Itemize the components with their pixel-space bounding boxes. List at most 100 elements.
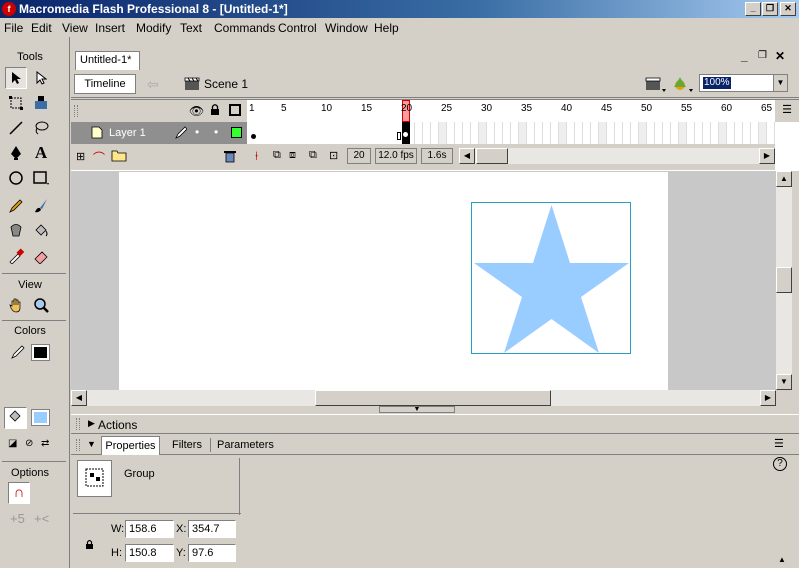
frame-cell[interactable] — [471, 122, 479, 144]
minimize-button[interactable]: _ — [745, 2, 761, 16]
menu-window[interactable]: Window — [325, 21, 368, 35]
expand-arrow-icon[interactable]: ▶ — [88, 418, 95, 429]
free-transform-tool-icon[interactable] — [5, 92, 27, 114]
color-swap-buttons[interactable]: ◪ ⊘ ⇄ — [8, 438, 62, 452]
center-frame-icon[interactable]: ⍿ — [255, 149, 258, 164]
scroll-up-icon[interactable]: ▲ — [776, 171, 792, 187]
keyframe-dot[interactable] — [251, 134, 256, 139]
frame-cell[interactable] — [655, 122, 663, 144]
actions-panel-header[interactable]: ▶ Actions — [71, 414, 799, 434]
layer-name[interactable]: Layer 1 — [109, 127, 146, 139]
add-motion-guide-icon[interactable]: ⌒ — [93, 149, 105, 166]
menu-modify[interactable]: Modify — [136, 21, 171, 35]
brush-tool-icon[interactable] — [30, 195, 52, 217]
vscroll-thumb[interactable] — [776, 267, 792, 293]
frame-cell[interactable] — [679, 122, 687, 144]
zoom-select[interactable]: 100% ▼ — [699, 74, 788, 92]
frame-cell[interactable] — [583, 122, 591, 144]
frame-cell[interactable] — [711, 122, 719, 144]
trash-icon[interactable] — [224, 150, 236, 166]
rectangle-tool-icon[interactable] — [30, 167, 52, 189]
hand-tool-icon[interactable] — [5, 294, 27, 316]
help-icon[interactable]: ? — [773, 457, 787, 471]
frame-cell[interactable] — [503, 122, 511, 144]
close-button[interactable]: ✕ — [780, 2, 796, 16]
outline-color-swatch[interactable] — [231, 127, 242, 138]
doc-restore-button[interactable]: ❐ — [758, 50, 767, 61]
panel-menu-icon[interactable]: ☰ — [774, 437, 784, 450]
frame-cell[interactable] — [751, 122, 759, 144]
scroll-thumb[interactable] — [476, 148, 508, 164]
y-field[interactable]: 97.6 — [188, 544, 236, 562]
edit-scene-icon[interactable] — [645, 75, 667, 96]
x-field[interactable]: 354.7 — [188, 520, 236, 538]
tab-properties[interactable]: Properties — [101, 436, 160, 455]
frame-cell[interactable] — [759, 122, 767, 144]
pen-tool-icon[interactable] — [5, 142, 27, 164]
frame-cell[interactable] — [455, 122, 463, 144]
menu-insert[interactable]: Insert — [95, 21, 125, 35]
frame-cell[interactable] — [527, 122, 535, 144]
layer-row[interactable]: Layer 1 • • — [71, 122, 247, 144]
black-white-icon[interactable]: ◪ — [8, 438, 17, 449]
lock-icon[interactable] — [210, 103, 220, 119]
frame-cell[interactable] — [615, 122, 623, 144]
fill-bucket-icon[interactable] — [4, 407, 27, 429]
frame-cell[interactable] — [695, 122, 703, 144]
frame-cell[interactable] — [607, 122, 615, 144]
stage-vscrollbar[interactable]: ▲ ▼ — [776, 171, 792, 390]
no-color-icon[interactable]: ⊘ — [25, 438, 33, 449]
scroll-left-icon[interactable]: ◀ — [71, 390, 87, 406]
frame-rate-field[interactable]: 12.0 fps — [375, 148, 417, 164]
tab-filters[interactable]: Filters — [172, 439, 202, 451]
stroke-color-swatch[interactable] — [31, 344, 50, 361]
doc-minimize-button[interactable]: _ — [741, 49, 748, 63]
stage[interactable] — [119, 172, 668, 390]
collapse-arrow-icon[interactable]: ▼ — [87, 439, 96, 449]
edit-multiple-frames-icon[interactable]: ⧉ — [309, 149, 317, 162]
expand-panel-icon[interactable]: ▲ — [778, 555, 786, 564]
visibility-dot[interactable]: • — [195, 125, 199, 139]
zoom-tool-icon[interactable] — [30, 294, 52, 316]
paint-bucket-tool-icon[interactable] — [30, 220, 52, 242]
swap-colors-icon[interactable]: ⇄ — [41, 438, 49, 449]
fill-color-swatch[interactable] — [31, 409, 50, 426]
frame-cell[interactable] — [639, 122, 647, 144]
timeline-menu-icon[interactable]: ☰ — [775, 100, 799, 122]
pencil-tool-icon[interactable] — [5, 195, 27, 217]
frame-cell[interactable] — [687, 122, 695, 144]
fill-transform-tool-icon[interactable] — [30, 92, 52, 114]
frame-cell[interactable] — [631, 122, 639, 144]
menu-commands[interactable]: Commands — [214, 21, 275, 35]
eraser-tool-icon[interactable] — [30, 245, 52, 267]
panel-collapse-handle[interactable]: ▼ — [379, 406, 455, 413]
scroll-right-icon[interactable]: ▶ — [759, 148, 775, 164]
timeline-toggle-button[interactable]: Timeline — [74, 74, 136, 94]
insert-layer-icon[interactable]: ⊞ — [76, 150, 85, 163]
subselection-tool-icon[interactable] — [30, 67, 52, 89]
chevron-down-icon[interactable]: ▼ — [773, 75, 787, 91]
smooth-icon[interactable]: +5 — [10, 511, 25, 526]
frame-cell[interactable] — [591, 122, 599, 144]
modify-onion-markers-icon[interactable]: ⊡ — [329, 149, 338, 162]
line-tool-icon[interactable] — [5, 117, 27, 139]
lock-dot[interactable]: • — [214, 125, 218, 139]
scroll-down-icon[interactable]: ▼ — [776, 374, 792, 390]
edit-symbols-icon[interactable] — [672, 75, 694, 96]
scroll-right-icon[interactable]: ▶ — [760, 390, 776, 406]
frame-cell[interactable] — [439, 122, 447, 144]
onion-outline-icon[interactable]: ⧈ — [289, 149, 296, 162]
lock-proportions-icon[interactable] — [85, 539, 94, 553]
menu-view[interactable]: View — [62, 21, 88, 35]
frame-cell[interactable] — [487, 122, 495, 144]
menu-control[interactable]: Control — [278, 21, 317, 35]
frame-cell[interactable] — [415, 122, 423, 144]
frame-cell[interactable] — [423, 122, 431, 144]
menu-edit[interactable]: Edit — [31, 21, 52, 35]
actions-title[interactable]: Actions — [98, 418, 137, 432]
doc-close-button[interactable]: ✕ — [775, 49, 785, 63]
frame-cell[interactable] — [671, 122, 679, 144]
frame-cell[interactable] — [703, 122, 711, 144]
frame-cell[interactable] — [767, 122, 775, 144]
stage-hscrollbar[interactable]: ◀ ▶ — [71, 390, 776, 406]
